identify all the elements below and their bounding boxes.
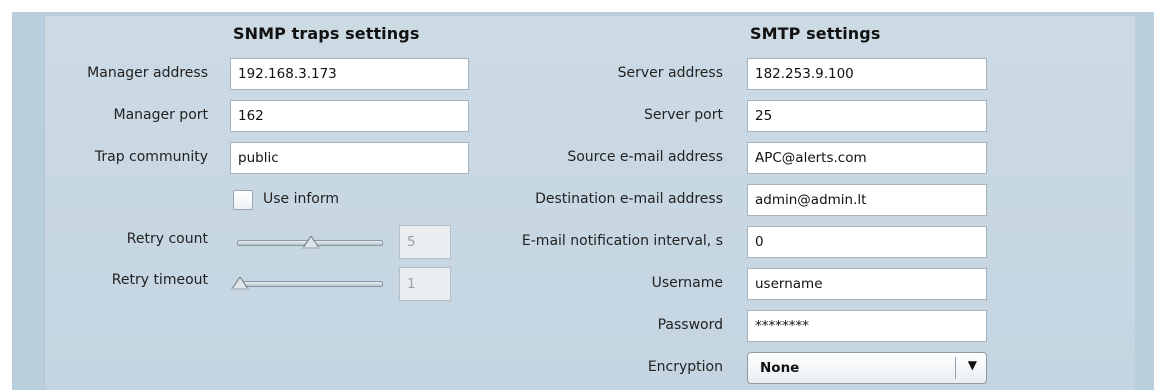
retry-count-value	[399, 225, 451, 259]
notification-interval-input[interactable]	[747, 226, 987, 258]
use-inform-checkbox[interactable]	[233, 190, 253, 210]
retry-timeout-label: Retry timeout	[111, 272, 208, 288]
retry-timeout-value	[399, 267, 451, 301]
server-port-label: Server port	[643, 107, 723, 123]
password-label: Password	[657, 317, 723, 333]
snmp-section-title: SNMP traps settings	[233, 24, 420, 43]
trap-community-input[interactable]	[230, 142, 469, 174]
destination-email-label: Destination e-mail address	[535, 191, 723, 207]
use-inform-label[interactable]: Use inform	[263, 191, 339, 207]
encryption-selected-value: None	[760, 360, 800, 376]
server-address-input[interactable]	[747, 58, 987, 90]
username-input[interactable]	[747, 268, 987, 300]
retry-timeout-slider[interactable]	[231, 277, 383, 291]
source-email-input[interactable]	[747, 142, 987, 174]
encryption-select[interactable]: None ▼	[747, 352, 987, 384]
manager-port-input[interactable]	[230, 100, 469, 132]
chevron-down-icon[interactable]: ▼	[968, 358, 977, 372]
retry-count-slider-handle[interactable]	[302, 236, 320, 250]
password-input[interactable]	[747, 310, 987, 342]
encryption-label: Encryption	[647, 359, 723, 375]
notification-interval-label: E-mail notification interval, s	[521, 233, 723, 249]
retry-count-label: Retry count	[126, 231, 208, 247]
retry-timeout-slider-track	[237, 281, 383, 287]
server-port-input[interactable]	[747, 100, 987, 132]
manager-address-input[interactable]	[230, 58, 469, 90]
smtp-section-title: SMTP settings	[750, 24, 881, 43]
server-address-label: Server address	[617, 65, 723, 81]
manager-address-label: Manager address	[87, 65, 208, 81]
retry-count-slider[interactable]	[237, 236, 383, 250]
trap-community-label: Trap community	[94, 149, 208, 165]
source-email-label: Source e-mail address	[567, 149, 723, 165]
retry-timeout-slider-handle[interactable]	[231, 277, 249, 291]
select-divider	[955, 357, 956, 379]
username-label: Username	[651, 275, 723, 291]
manager-port-label: Manager port	[113, 107, 208, 123]
destination-email-input[interactable]	[747, 184, 987, 216]
